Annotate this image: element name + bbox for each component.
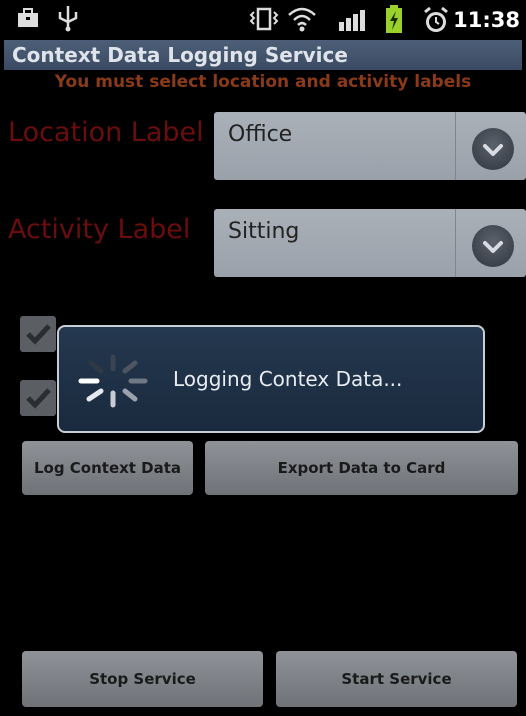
activity-label: Activity Label [8, 214, 191, 245]
clock: 11:38 [453, 8, 520, 32]
export-data-button[interactable]: Export Data to Card [205, 441, 518, 495]
app-title-bar: Context Data Logging Service [4, 40, 522, 70]
checkbox[interactable] [20, 316, 56, 352]
stop-service-button[interactable]: Stop Service [22, 651, 263, 707]
start-service-button[interactable]: Start Service [276, 651, 517, 707]
spinner-divider [455, 209, 456, 277]
location-label: Location Label [8, 117, 204, 148]
log-context-data-button[interactable]: Log Context Data [22, 441, 193, 495]
signal-icon [339, 10, 365, 31]
location-spinner[interactable]: Office [214, 112, 526, 180]
dialog-message: Logging Contex Data... [173, 367, 403, 391]
wifi-icon [288, 7, 316, 32]
usb-icon [58, 6, 78, 32]
status-bar: 11:38 [0, 0, 526, 40]
location-value: Office [228, 122, 293, 147]
briefcase-icon [18, 8, 38, 27]
warning-text: You must select location and activity la… [54, 72, 472, 92]
chevron-down-icon[interactable] [472, 225, 514, 267]
loading-spinner-icon [78, 354, 148, 408]
activity-value: Sitting [228, 219, 300, 244]
alarm-icon [424, 6, 448, 32]
checkbox[interactable] [20, 380, 56, 416]
chevron-down-icon[interactable] [472, 128, 514, 170]
spinner-divider [455, 112, 456, 180]
activity-spinner[interactable]: Sitting [214, 209, 526, 277]
app-title: Context Data Logging Service [12, 43, 348, 67]
vibrate-icon [249, 7, 279, 31]
battery-charging-icon [386, 5, 402, 33]
progress-dialog: Logging Contex Data... [57, 325, 485, 433]
